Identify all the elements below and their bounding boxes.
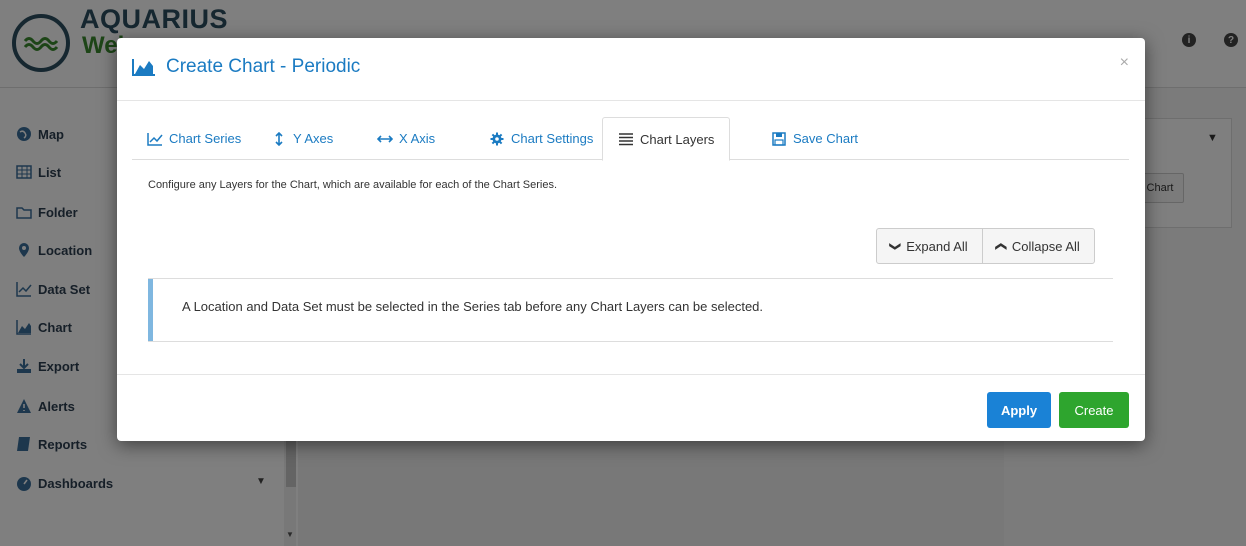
tab-label: Save Chart [793,131,859,146]
layers-description: Configure any Layers for the Chart, whic… [148,179,558,191]
modal-title: Create Chart - Periodic [132,56,360,78]
expand-collapse-group: ❯ Expand All ❮ Collapse All [876,228,1095,264]
modal-header: Create Chart - Periodic × [117,38,1145,101]
arrows-vertical-icon [271,131,287,146]
chart-tabs: Chart Series Y Axes X Axis Chart Setting… [132,117,1129,161]
gear-icon [489,132,505,146]
tab-save-chart[interactable]: Save Chart [756,117,873,160]
modal-footer: Apply Create [117,374,1145,441]
save-icon [771,131,787,146]
tab-chart-settings[interactable]: Chart Settings [474,117,608,160]
tab-x-axis[interactable]: X Axis [362,117,450,160]
alert-message: A Location and Data Set must be selected… [182,299,764,314]
tab-chart-series[interactable]: Chart Series [132,117,256,160]
create-chart-modal: Create Chart - Periodic × Chart Series Y… [117,38,1145,441]
alert-accent-bar [148,279,153,341]
chevron-up-icon: ❮ [994,241,1007,251]
line-chart-icon [147,132,163,146]
tab-chart-layers[interactable]: Chart Layers [602,117,731,161]
arrows-horizontal-icon [377,132,393,146]
tab-label: Chart Series [169,131,242,146]
apply-button[interactable]: Apply [987,392,1051,428]
list-icon [618,132,634,146]
info-alert: A Location and Data Set must be selected… [148,278,1113,342]
tab-label: Chart Layers [640,131,715,147]
modal-title-text: Create Chart - Periodic [166,56,361,77]
create-button[interactable]: Create [1059,392,1129,428]
tab-label: Chart Settings [511,131,594,146]
tab-label: X Axis [399,131,436,146]
chevron-down-icon: ❯ [889,241,902,251]
area-chart-icon [132,59,155,76]
expand-all-button[interactable]: ❯ Expand All [877,229,982,263]
close-icon[interactable]: × [1120,54,1129,72]
collapse-all-button[interactable]: ❮ Collapse All [981,229,1094,263]
expand-all-label: Expand All [906,238,968,254]
collapse-all-label: Collapse All [1011,238,1080,254]
tab-y-axes[interactable]: Y Axes [256,117,348,160]
tab-label: Y Axes [293,131,334,146]
